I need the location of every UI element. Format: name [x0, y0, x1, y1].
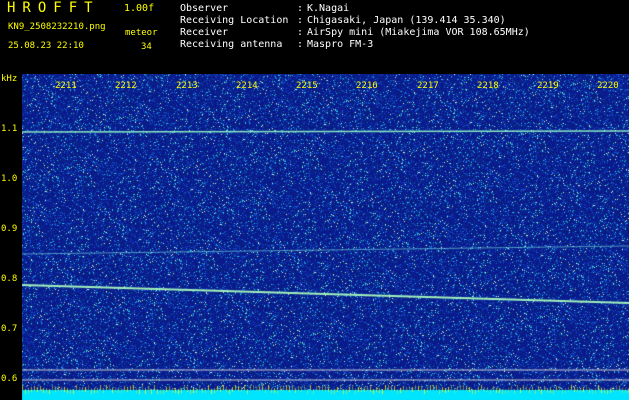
info-key-receiver: Receiver: [180, 27, 229, 38]
info-value-location: Chigasaki, Japan (139.414 35.340): [307, 15, 506, 26]
x-tick-label: 2212: [115, 81, 137, 91]
meteor-count: 34: [141, 42, 152, 52]
x-tick-label: 2213: [176, 81, 198, 91]
info-separator: :: [297, 3, 304, 14]
info-key-antenna: Receiving antenna: [180, 39, 283, 50]
info-separator: :: [297, 15, 304, 26]
x-tick-label: 2215: [296, 81, 318, 91]
meteor-label: meteor: [125, 28, 158, 38]
y-tick-label: 0.9: [1, 224, 18, 234]
info-key-location: Receiving Location: [180, 15, 289, 26]
y-tick-label: 0.8: [1, 274, 18, 284]
info-separator: :: [297, 39, 304, 50]
y-axis-unit: kHz: [1, 74, 18, 84]
y-tick-label: 1.1: [1, 124, 18, 134]
x-tick-label: 2217: [417, 81, 439, 91]
info-value-observer: K.Nagai: [307, 3, 350, 14]
spectrogram-plot: [0, 74, 629, 400]
version-label: 1.00f: [124, 3, 155, 14]
app-title: HROFFT: [7, 0, 100, 16]
x-tick-label: 2216: [356, 81, 378, 91]
y-tick-label: 0.7: [1, 324, 18, 334]
info-value-receiver: AirSpy mini (Miakejima VOR 108.65MHz): [307, 27, 530, 38]
datetime-label: 25.08.23 22:10: [8, 41, 84, 51]
y-axis: kHz 1.1 1.0 0.9 0.8 0.7 0.6: [0, 74, 22, 400]
info-separator: :: [297, 27, 304, 38]
y-tick-label: 1.0: [1, 174, 18, 184]
y-tick-label: 0.6: [1, 374, 18, 384]
info-key-observer: Observer: [180, 3, 229, 14]
x-tick-label: 2220: [597, 81, 619, 91]
x-tick-label: 2218: [477, 81, 499, 91]
filename-label: KN9_2508232210.png: [8, 22, 106, 32]
info-value-antenna: Maspro FM-3: [307, 39, 374, 50]
x-tick-label: 2219: [537, 81, 559, 91]
x-tick-label: 2211: [55, 81, 77, 91]
x-tick-label: 2214: [236, 81, 258, 91]
header-panel: HROFFT 1.00f KN9_2508232210.png 25.08.23…: [0, 0, 629, 74]
